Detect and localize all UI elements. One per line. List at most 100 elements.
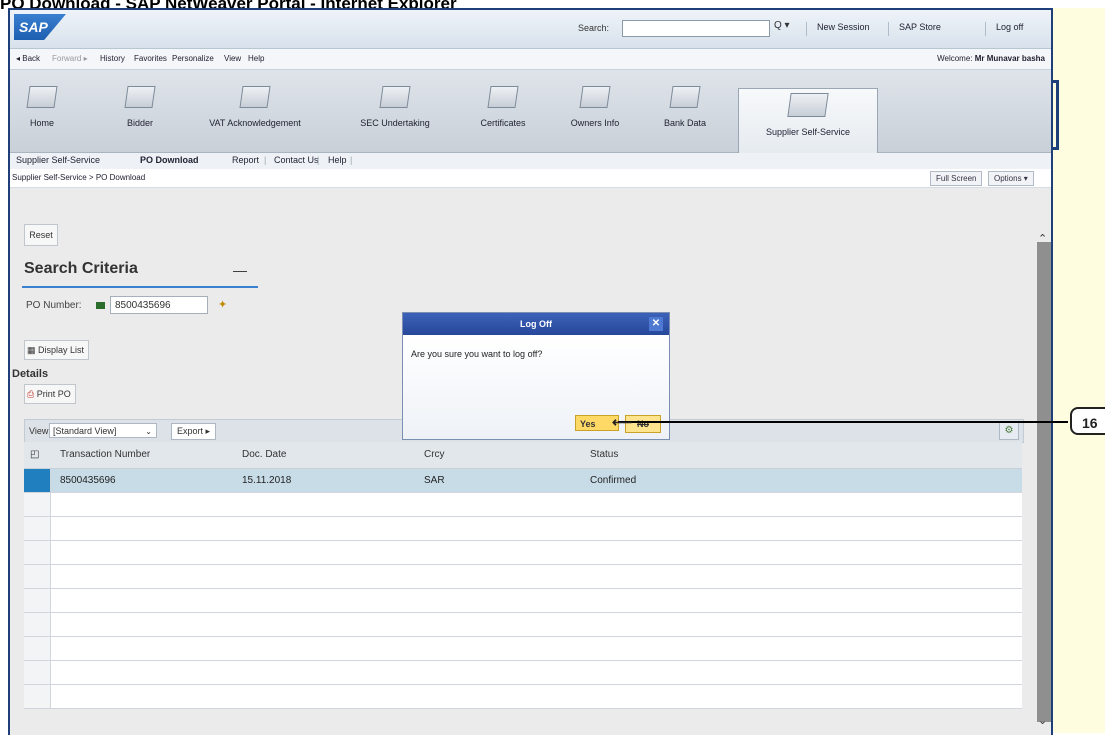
side-strip: [1052, 8, 1105, 733]
po-table: ◰ Transaction Number Doc. Date Crcy Stat…: [24, 442, 1022, 709]
export-button[interactable]: Export ▸: [171, 423, 217, 440]
column-header-doc-date[interactable]: Doc. Date: [242, 449, 286, 460]
folder-icon: [379, 86, 411, 108]
nav-tile-supplier-self-service[interactable]: Supplier Self-Service: [738, 88, 878, 153]
folder-icon: [26, 86, 58, 108]
table-row[interactable]: [24, 517, 1022, 541]
sap-logo: SAP: [14, 14, 66, 40]
po-number-label: PO Number:: [26, 300, 82, 311]
chevron-down-icon: ⌄: [145, 427, 152, 436]
portal-toolbar: ◂ Back Forward ▸ History Favorites Perso…: [10, 49, 1051, 70]
back-button[interactable]: ◂ Back: [16, 54, 40, 63]
folder-icon: [579, 86, 611, 108]
search-icon[interactable]: Q ▾: [774, 20, 790, 31]
nav-tile-bidder[interactable]: Bidder: [110, 80, 170, 148]
row-selector[interactable]: [24, 541, 51, 564]
cell-currency: SAR: [424, 475, 445, 486]
second-level-navigation: Supplier Self-Service PO Download Report…: [10, 153, 1051, 169]
history-menu[interactable]: History: [100, 54, 125, 63]
display-list-button[interactable]: ▦ Display List: [24, 340, 90, 360]
table-row[interactable]: [24, 637, 1022, 661]
subnav-separator: |: [317, 155, 320, 165]
full-screen-button[interactable]: Full Screen: [930, 171, 983, 186]
callout-badge: 16: [1070, 407, 1105, 435]
search-input[interactable]: [622, 20, 770, 37]
row-selector[interactable]: [24, 565, 51, 588]
row-selector[interactable]: [24, 613, 51, 636]
row-selector[interactable]: [24, 493, 51, 516]
new-session-link[interactable]: New Session: [806, 22, 870, 36]
view-menu[interactable]: View: [224, 54, 241, 63]
log-off-link[interactable]: Log off: [985, 22, 1023, 36]
table-header: ◰ Transaction Number Doc. Date Crcy Stat…: [24, 442, 1022, 469]
search-criteria-underline: [22, 286, 258, 288]
forward-button[interactable]: Forward ▸: [52, 54, 88, 63]
callout-line: [618, 421, 1068, 423]
pdf-icon: ⎙: [27, 389, 37, 399]
table-row[interactable]: [24, 589, 1022, 613]
subnav-report[interactable]: Report: [232, 155, 259, 165]
table-row[interactable]: [24, 685, 1022, 709]
content-area: Reset Search Criteria — PO Number: 85004…: [10, 188, 1051, 735]
row-selector[interactable]: [24, 469, 51, 492]
table-row[interactable]: [24, 661, 1022, 685]
subnav-help[interactable]: Help: [328, 155, 347, 165]
print-po-button[interactable]: ⎙ Print PO: [24, 384, 76, 404]
nav-tile-home[interactable]: Home: [12, 80, 72, 148]
column-header-crcy[interactable]: Crcy: [424, 449, 445, 460]
folder-icon: [669, 86, 701, 108]
nav-tile-sec-undertaking[interactable]: SEC Undertaking: [350, 80, 440, 148]
favorites-menu[interactable]: Favorites: [134, 54, 167, 63]
nav-tile-vat-acknowledgement[interactable]: VAT Acknowledgement: [200, 80, 310, 148]
row-selector[interactable]: [24, 517, 51, 540]
nav-tile-owners-info[interactable]: Owners Info: [560, 80, 630, 148]
table-row[interactable]: [24, 541, 1022, 565]
subnav-separator: |: [350, 155, 353, 165]
details-title: Details: [12, 368, 49, 380]
breadcrumb[interactable]: Supplier Self-Service > PO Download: [12, 173, 145, 182]
dialog-message: Are you sure you want to log off?: [411, 349, 543, 359]
sap-store-link[interactable]: SAP Store: [888, 22, 941, 36]
po-number-input[interactable]: 8500435696: [110, 296, 208, 314]
table-row[interactable]: 8500435696 15.11.2018 SAR Confirmed: [24, 469, 1022, 493]
view-label: View: [29, 426, 49, 436]
cell-transaction: 8500435696: [60, 475, 116, 486]
breadcrumb-bar: Supplier Self-Service > PO Download Full…: [10, 170, 1051, 188]
value-help-icon[interactable]: ✦: [218, 298, 227, 311]
subnav-contact-us[interactable]: Contact Us: [274, 155, 319, 165]
folder-icon: [239, 86, 271, 108]
table-row[interactable]: [24, 565, 1022, 589]
search-criteria-title: Search Criteria: [24, 260, 138, 277]
subnav-supplier-self-service[interactable]: Supplier Self-Service: [16, 155, 100, 165]
collapse-icon[interactable]: —: [233, 262, 247, 278]
table-row[interactable]: [24, 613, 1022, 637]
subnav-separator: |: [264, 155, 267, 165]
row-selector[interactable]: [24, 589, 51, 612]
view-select[interactable]: [Standard View] ⌄: [49, 423, 157, 438]
table-settings-icon[interactable]: ⚙: [999, 422, 1019, 440]
dialog-title: Log Off ✕: [403, 313, 669, 335]
row-selector[interactable]: [24, 661, 51, 684]
nav-tile-bank-data[interactable]: Bank Data: [650, 80, 720, 148]
welcome-text: Welcome: Mr Munavar basha: [937, 54, 1045, 63]
row-selector[interactable]: [24, 685, 51, 708]
personalize-menu[interactable]: Personalize: [172, 54, 214, 63]
select-all-icon[interactable]: ◰: [30, 449, 39, 460]
scroll-down-icon[interactable]: ⌄: [1038, 714, 1047, 727]
list-icon: ▦: [27, 345, 39, 355]
callout-arrow-icon: ⟵: [612, 414, 633, 430]
options-button[interactable]: Options ▾: [988, 171, 1034, 186]
folder-icon: [487, 86, 519, 108]
row-selector[interactable]: [24, 637, 51, 660]
column-header-transaction[interactable]: Transaction Number: [60, 449, 150, 460]
nav-tile-certificates[interactable]: Certificates: [468, 80, 538, 148]
folder-open-icon: [787, 93, 829, 117]
reset-button[interactable]: Reset: [24, 224, 58, 246]
scrollbar[interactable]: [1037, 242, 1051, 722]
table-row[interactable]: [24, 493, 1022, 517]
subnav-po-download[interactable]: PO Download: [140, 155, 199, 165]
column-header-status[interactable]: Status: [590, 449, 618, 460]
help-menu[interactable]: Help: [248, 54, 264, 63]
close-icon[interactable]: ✕: [649, 317, 663, 331]
search-label: Search:: [578, 23, 610, 33]
